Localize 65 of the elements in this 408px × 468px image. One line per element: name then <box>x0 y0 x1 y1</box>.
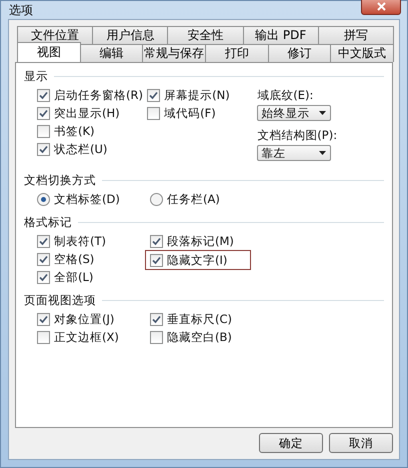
checkbox[interactable] <box>150 234 163 248</box>
checkbox-label[interactable]: 制表符(T) <box>54 234 106 248</box>
checkbox-label[interactable]: 书签(K) <box>54 124 95 138</box>
section-title: 显示 <box>24 69 48 84</box>
checkbox-label[interactable]: 空格(S) <box>54 252 94 266</box>
dropdown[interactable]: 靠左 <box>257 145 332 161</box>
check-icon <box>152 236 161 246</box>
checkbox[interactable] <box>150 312 163 326</box>
radio-button[interactable] <box>37 192 50 206</box>
caret-icon <box>319 151 326 155</box>
checkbox[interactable] <box>147 106 160 120</box>
checkbox-label[interactable]: 域代码(F) <box>164 106 216 120</box>
checkbox[interactable] <box>37 106 50 120</box>
checkbox-label[interactable]: 垂直标尺(C) <box>167 312 232 326</box>
checkbox[interactable] <box>37 270 50 284</box>
checkbox[interactable] <box>37 234 50 248</box>
caret-icon <box>319 111 326 115</box>
dropdown-label: 文档结构图(P): <box>257 128 338 142</box>
dialog-button[interactable]: 确定 <box>259 433 323 453</box>
checkbox-label[interactable]: 启动任务窗格(R) <box>54 88 143 102</box>
checkbox-label[interactable]: 对象位置(J) <box>54 312 114 326</box>
tab[interactable]: 编辑 <box>80 44 144 62</box>
checkbox[interactable] <box>37 142 50 156</box>
tab[interactable]: 输出 PDF <box>242 26 319 44</box>
checkbox-label[interactable]: 全部(L) <box>54 270 94 284</box>
tab[interactable]: 安全性 <box>167 26 244 44</box>
close-button[interactable] <box>361 0 401 15</box>
radio-label[interactable]: 文档标签(D) <box>54 192 120 206</box>
checkbox[interactable] <box>37 124 50 138</box>
check-icon <box>152 256 161 264</box>
window-title: 选项 <box>9 2 33 18</box>
checkbox-label[interactable]: 段落标记(M) <box>167 234 234 248</box>
checkbox[interactable] <box>37 330 50 344</box>
checkbox-label[interactable]: 屏幕提示(N) <box>164 88 230 102</box>
tab[interactable]: 修订 <box>268 44 332 62</box>
check-icon <box>39 314 48 324</box>
check-icon <box>152 314 161 324</box>
dialog-button[interactable]: 取消 <box>329 433 393 453</box>
dropdown-label: 域底纹(E): <box>257 88 314 102</box>
radio-label[interactable]: 任务栏(A) <box>167 192 220 206</box>
checkbox-label[interactable]: 隐藏文字(I) <box>167 252 228 268</box>
checkbox-label[interactable]: 隐藏空白(B) <box>167 330 232 344</box>
checkbox-label[interactable]: 正文边框(X) <box>54 330 119 344</box>
checkbox[interactable] <box>147 88 160 102</box>
checkbox-label[interactable]: 状态栏(U) <box>54 142 108 156</box>
checkbox[interactable] <box>37 252 50 266</box>
check-icon <box>39 144 48 154</box>
section-title: 文档切换方式 <box>24 173 96 188</box>
check-icon <box>149 90 158 100</box>
checkbox[interactable] <box>150 330 163 344</box>
tab[interactable]: 中文版式 <box>330 44 394 62</box>
checkbox[interactable] <box>150 254 163 266</box>
checkbox[interactable] <box>37 88 50 102</box>
checkbox[interactable] <box>37 312 50 326</box>
section-title: 页面视图选项 <box>24 293 96 308</box>
tab[interactable]: 打印 <box>205 44 269 62</box>
tab[interactable]: 拼写 <box>318 26 394 44</box>
dropdown[interactable]: 始终显示 <box>257 105 332 121</box>
radio-button[interactable] <box>150 192 163 206</box>
section-title: 格式标记 <box>24 215 72 230</box>
tab[interactable]: 常规与保存 <box>142 44 206 62</box>
tab[interactable]: 视图 <box>17 42 81 62</box>
tab[interactable]: 用户信息 <box>92 26 168 44</box>
close-icon <box>376 2 386 10</box>
checkbox-label[interactable]: 突出显示(H) <box>54 106 120 120</box>
